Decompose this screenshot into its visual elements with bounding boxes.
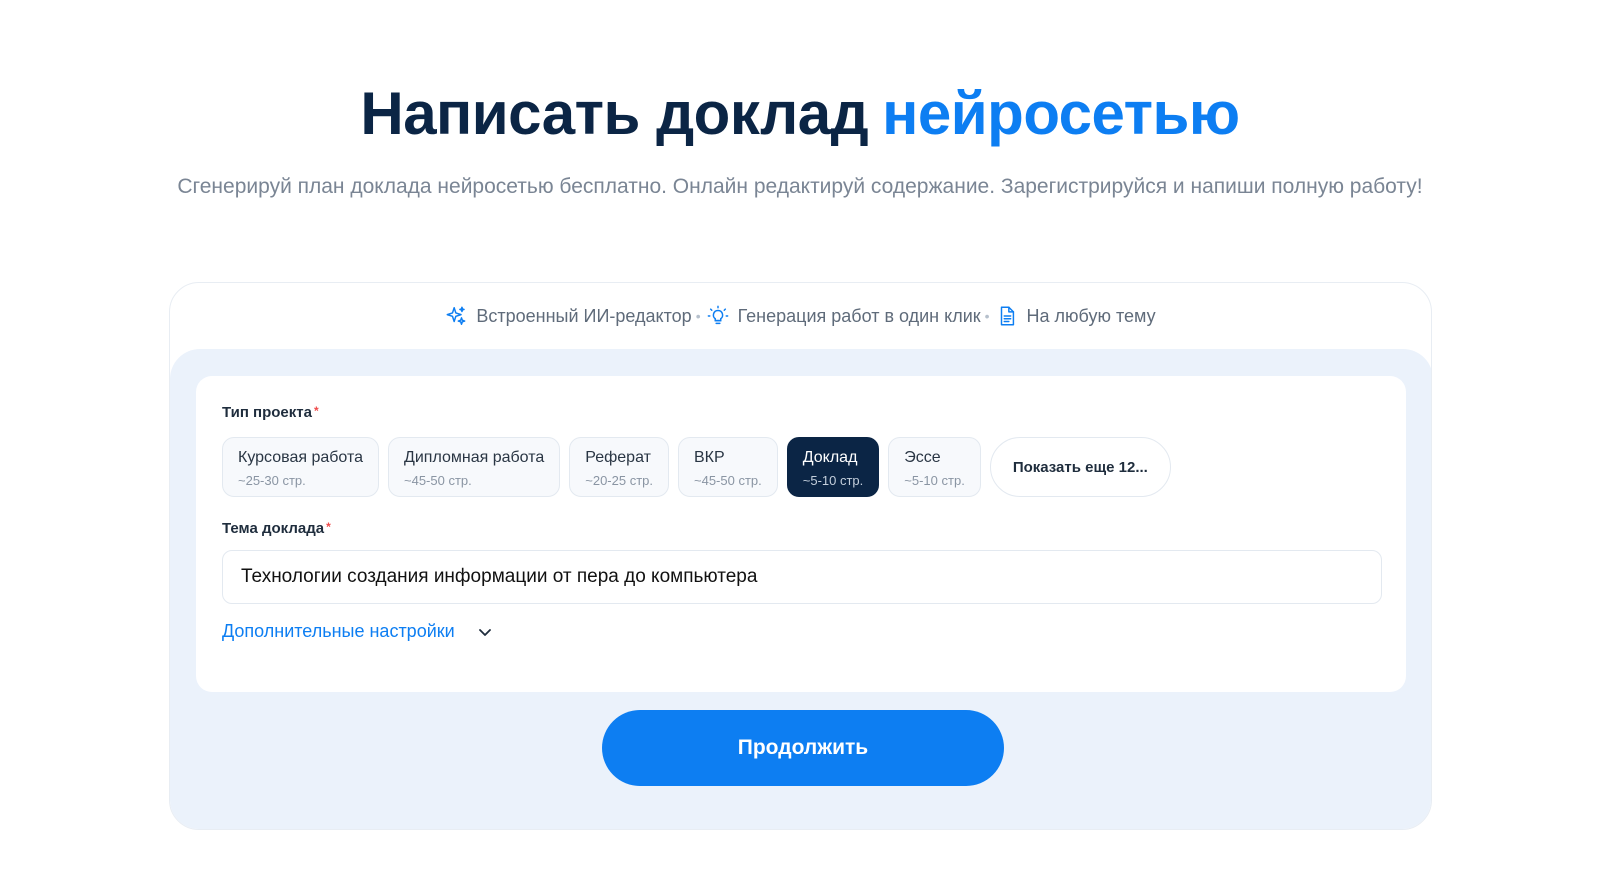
feature-label: На любую тему [1026,305,1156,326]
continue-button[interactable]: Продолжить [602,710,1004,786]
form-panel: Тип проекта * Курсовая работа ~25-30 стр.… [170,349,1431,829]
feature-ai-editor: Встроенный ИИ-редактор [445,305,692,327]
extra-settings-label: Дополнительные настройки [222,621,455,641]
topic-input[interactable] [222,550,1382,604]
type-chip-abstract[interactable]: Реферат ~20-25 стр. [569,437,669,497]
project-form: Тип проекта * Курсовая работа ~25-30 стр.… [196,376,1406,692]
show-more-button[interactable]: Показать еще 12... [989,437,1171,497]
required-mark: * [313,404,319,418]
title-accent: нейросетью [882,80,1240,147]
feature-separator: • [984,308,990,324]
topic-label: Тема доклада * [222,520,331,537]
type-chip-report[interactable]: Доклад ~5-10 стр. [786,437,880,497]
feature-one-click: Генерация работ в один клик [707,305,981,327]
document-icon [1000,306,1014,326]
page-title: Написать доклад нейросетью [0,78,1600,150]
generator-card: Встроенный ИИ-редактор • Генерация работ… [169,282,1432,830]
title-main: Написать доклад [360,80,869,147]
page-subtitle: Сгенерируй план доклада нейросетью беспл… [177,175,1423,198]
lightbulb-icon [707,305,728,325]
type-chip-vkr[interactable]: ВКР ~45-50 стр. [678,437,778,497]
project-type-list: Курсовая работа ~25-30 стр. Дипломная ра… [222,437,1171,497]
feature-label: Генерация работ в один клик [737,305,981,326]
type-chip-coursework[interactable]: Курсовая работа ~25-30 стр. [222,437,379,497]
chevron-down-icon [478,628,491,636]
feature-any-topic: На любую тему [996,305,1156,327]
type-chip-essay[interactable]: Эссе ~5-10 стр. [888,437,981,497]
sparkle-icon [446,306,466,325]
feature-label: Встроенный ИИ-редактор [476,305,692,326]
features-bar: Встроенный ИИ-редактор • Генерация работ… [170,283,1431,349]
required-mark: * [326,520,331,534]
project-type-label: Тип проекта * [222,404,319,421]
type-chip-diploma[interactable]: Дипломная работа ~45-50 стр. [388,437,561,497]
feature-separator: • [695,308,701,324]
extra-settings-toggle[interactable]: Дополнительные настройки [222,621,493,642]
